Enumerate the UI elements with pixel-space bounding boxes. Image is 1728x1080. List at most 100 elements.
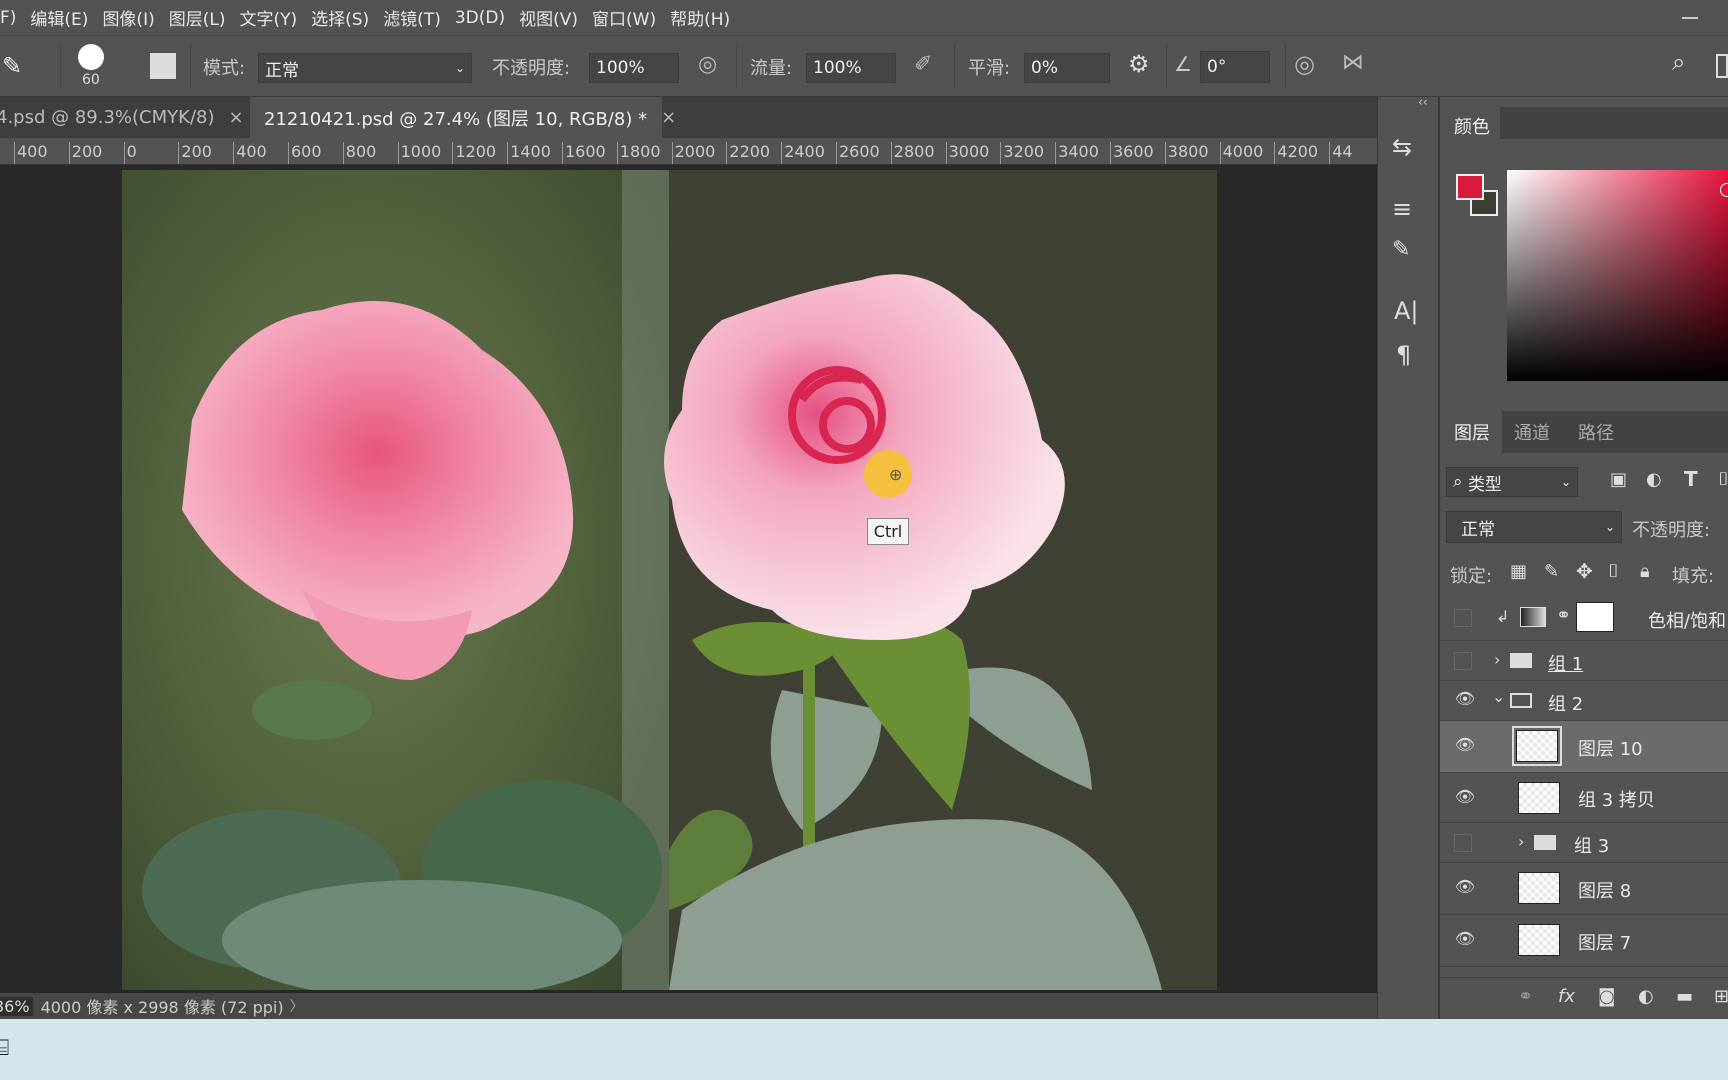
ruler-label: 600 <box>288 142 322 164</box>
menu-layer[interactable]: 图层(L) <box>169 5 226 30</box>
mask-icon[interactable]: ◙ <box>1598 986 1615 1007</box>
close-icon[interactable]: × <box>661 107 676 128</box>
divider <box>1285 45 1286 89</box>
layer-thumbnail <box>1518 872 1560 904</box>
collapse-panels-icon[interactable]: ‹‹ <box>1418 95 1428 109</box>
workspace-icon[interactable] <box>1716 54 1728 78</box>
color-picker-field[interactable] <box>1507 170 1728 381</box>
visibility-toggle[interactable] <box>1454 834 1472 852</box>
tab-document-2[interactable]: 21210421.psd @ 27.4% (图层 10, RGB/8) * × <box>250 97 676 138</box>
chevron-right-icon[interactable]: › <box>1518 832 1524 851</box>
filter-type-icon[interactable]: T <box>1684 467 1698 491</box>
status-menu-arrow[interactable]: 〉 <box>290 996 304 1016</box>
new-layer-icon[interactable]: ⊞ <box>1714 986 1728 1007</box>
lock-artboard-icon[interactable]: ⌷ <box>1608 561 1619 582</box>
lock-pixels-icon[interactable]: ✎ <box>1544 561 1559 582</box>
menu-file[interactable]: F) <box>0 8 16 28</box>
close-icon[interactable]: × <box>229 107 244 128</box>
opacity-input[interactable]: 100% <box>589 53 679 83</box>
eye-icon[interactable]: 👁︎ <box>1454 735 1476 754</box>
tab-layers[interactable]: 图层 <box>1440 411 1502 453</box>
smoothing-value: 0% <box>1031 58 1058 78</box>
lock-position-icon[interactable]: ✥ <box>1576 559 1593 583</box>
adjustment-icon[interactable]: ◐ <box>1638 986 1654 1007</box>
eye-icon[interactable]: 👁︎ <box>1454 877 1476 896</box>
layer-row-group-3-copy[interactable]: 👁︎ 组 3 拷贝 <box>1440 773 1728 823</box>
layer-row-group-2[interactable]: 👁︎ ⌄ 组 2 <box>1440 681 1728 721</box>
clip-arrow-icon: ↲ <box>1496 607 1510 626</box>
layer-name: 组 3 <box>1574 836 1610 857</box>
blend-mode-select[interactable]: 正常 ⌄ <box>1446 511 1622 543</box>
layer-row-layer-7[interactable]: 👁︎ 图层 7 <box>1440 915 1728 967</box>
layer-row-group-1[interactable]: › 组 1 <box>1440 641 1728 681</box>
eye-icon[interactable]: 👁︎ <box>1454 929 1476 948</box>
lock-all-icon[interactable]: 🔒︎ <box>1640 561 1650 582</box>
canvas-area[interactable]: ⊕ Ctrl <box>0 165 1377 993</box>
link-icon[interactable]: ⚭ <box>1518 986 1533 1007</box>
visibility-toggle[interactable] <box>1454 652 1472 670</box>
ruler-label: 2400 <box>781 142 825 164</box>
layer-row-adjustment[interactable]: ↲ ⚭ 色相/饱和 <box>1440 595 1728 641</box>
menu-3d[interactable]: 3D(D) <box>455 8 505 28</box>
brush-presets-icon[interactable]: ✎ <box>1392 237 1410 262</box>
tab-document-1[interactable]: 4.psd @ 89.3%(CMYK/8) × <box>0 97 248 138</box>
menu-view[interactable]: 视图(V) <box>519 5 578 30</box>
layer-thumbnail <box>1518 924 1560 956</box>
foreground-color-swatch[interactable] <box>1456 174 1484 200</box>
character-icon[interactable]: A| <box>1394 297 1419 325</box>
fx-icon[interactable]: fx <box>1558 986 1575 1007</box>
brush-preset-picker[interactable] <box>78 44 104 70</box>
chevron-right-icon[interactable]: › <box>1494 650 1500 669</box>
menu-image[interactable]: 图像(I) <box>102 5 154 30</box>
filter-shape-icon[interactable]: ⌷ <box>1718 469 1728 490</box>
airbrush-icon[interactable]: ✐ <box>914 52 932 77</box>
brush-size: 60 <box>82 72 100 88</box>
visibility-toggle[interactable] <box>1454 609 1472 627</box>
divider <box>1166 45 1167 89</box>
pressure-size-icon[interactable]: ◎ <box>1294 50 1315 78</box>
lock-transparency-icon[interactable]: ▦ <box>1510 561 1527 582</box>
tab-channels[interactable]: 通道 <box>1514 419 1550 445</box>
menu-window[interactable]: 窗口(W) <box>592 5 656 30</box>
menu-type[interactable]: 文字(Y) <box>239 5 297 30</box>
chevron-down-icon[interactable]: ⌄ <box>1492 687 1505 706</box>
filter-adjustment-icon[interactable]: ◐ <box>1646 469 1662 490</box>
minimize-button[interactable] <box>1682 17 1698 19</box>
brush-panel-toggle-icon[interactable] <box>150 53 176 79</box>
filter-image-icon[interactable]: ▣ <box>1610 469 1627 490</box>
tab-color[interactable]: 颜色 <box>1440 107 1500 139</box>
gear-icon[interactable]: ⚙ <box>1128 50 1150 78</box>
menu-select[interactable]: 选择(S) <box>311 5 369 30</box>
menu-edit[interactable]: 编辑(E) <box>30 5 88 30</box>
history-icon[interactable]: ⇆ <box>1392 133 1412 161</box>
options-bar: ✎ 60 模式: 正常 ⌄ 不透明度: 100% ◎ 流量: 100% ✐ 平滑:… <box>0 35 1728 97</box>
ruler-label: 0 <box>123 142 137 164</box>
folder-icon[interactable]: ▬ <box>1676 986 1693 1007</box>
layer-name: 图层 7 <box>1578 933 1632 954</box>
eye-icon[interactable]: 👁︎ <box>1454 689 1476 708</box>
layer-thumbnail <box>1518 782 1560 814</box>
folder-icon <box>1534 835 1556 850</box>
menu-help[interactable]: 帮助(H) <box>670 5 730 30</box>
layer-row-layer-8[interactable]: 👁︎ 图层 8 <box>1440 863 1728 915</box>
search-icon[interactable]: ⌕ <box>1672 48 1685 76</box>
smoothing-input[interactable]: 0% <box>1024 53 1110 83</box>
crosshair-icon: ⊕ <box>889 465 903 484</box>
mode-select[interactable]: 正常 ⌄ <box>258 53 472 83</box>
brush-settings-icon[interactable]: ≡ <box>1392 195 1412 223</box>
eye-icon[interactable]: 👁︎ <box>1454 787 1476 806</box>
angle-input[interactable]: 0° <box>1200 51 1270 83</box>
color-picker-handle[interactable] <box>1720 183 1728 197</box>
menu-filter[interactable]: 滤镜(T) <box>383 5 441 30</box>
paragraph-icon[interactable]: ¶ <box>1396 341 1411 369</box>
zoom-level[interactable]: 36% <box>0 996 33 1016</box>
layer-row-layer-10[interactable]: 👁︎ 图层 10 <box>1440 721 1728 773</box>
flow-input[interactable]: 100% <box>806 53 896 83</box>
brush-tool-icon[interactable]: ✎ <box>2 52 22 80</box>
pressure-opacity-icon[interactable]: ◎ <box>698 52 717 77</box>
layer-opacity-label: 不透明度: <box>1632 520 1711 541</box>
tab-paths[interactable]: 路径 <box>1578 419 1614 445</box>
layer-filter-select[interactable]: ⌕ 类型 ⌄ <box>1446 467 1578 497</box>
symmetry-icon[interactable]: ⋈ <box>1342 50 1364 75</box>
layer-row-group-3[interactable]: › 组 3 <box>1440 823 1728 863</box>
